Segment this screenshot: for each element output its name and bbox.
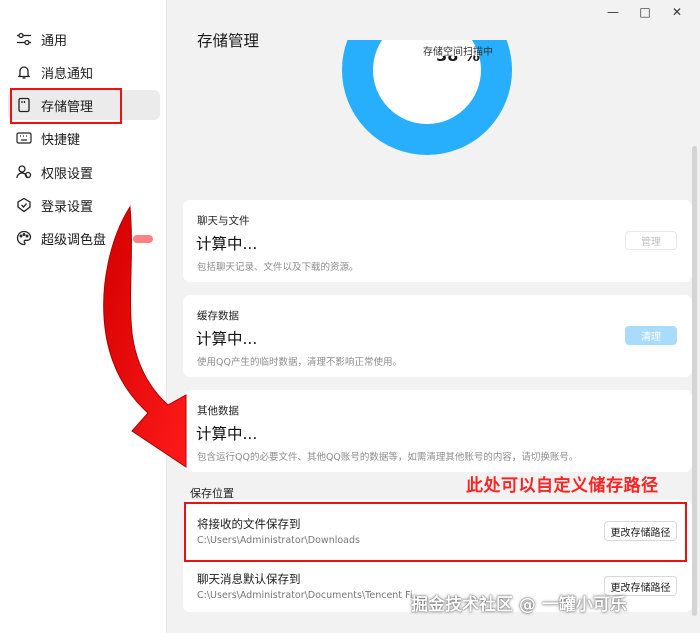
sidebar-item-general[interactable]: 通用 <box>8 24 160 54</box>
sidebar-item-label: 权限设置 <box>41 166 94 182</box>
sidebar-item-label: 通用 <box>41 33 68 49</box>
window-controls: — □ ✕ <box>600 4 690 20</box>
card-value: 计算中... <box>196 425 258 443</box>
scan-progress-ring: 38 % 存储空间扫描中 <box>342 40 512 156</box>
card-label: 聊天与文件 <box>197 215 250 227</box>
card-other: 其他数据 计算中... 包含运行QQ的必要文件、其他QQ账号的数据等，如需清理其… <box>183 390 692 472</box>
sliders-icon <box>16 31 32 47</box>
highlight-box-save-row <box>184 502 687 562</box>
bell-icon <box>16 64 32 80</box>
clean-button[interactable]: 清理 <box>625 326 677 345</box>
watermark: 掘金技术社区 @ 一罐小可乐 <box>411 595 627 615</box>
page-title: 存储管理 <box>197 32 260 50</box>
card-cache: 缓存数据 计算中... 使用QQ产生的临时数据，清理不影响正常使用。 清理 <box>183 295 692 377</box>
card-description: 包含运行QQ的必要文件、其他QQ账号的数据等，如需清理其他账号的内容，请切换账号… <box>197 452 579 463</box>
sidebar-item-label: 快捷键 <box>41 132 81 148</box>
card-label: 其他数据 <box>197 405 239 417</box>
scrollbar[interactable] <box>692 146 697 616</box>
card-description: 包括聊天记录、文件以及下载的资源。 <box>197 262 359 273</box>
sidebar-item-notifications[interactable]: 消息通知 <box>8 57 160 87</box>
card-chat-files: 聊天与文件 计算中... 包括聊天记录、文件以及下载的资源。 管理 <box>183 200 692 282</box>
annotation-text: 此处可以自定义储存路径 <box>466 476 659 496</box>
keyboard-icon <box>16 130 32 146</box>
card-description: 使用QQ产生的临时数据，清理不影响正常使用。 <box>197 357 402 368</box>
manage-button[interactable]: 管理 <box>625 231 677 250</box>
sidebar-item-label: 登录设置 <box>41 199 94 215</box>
sidebar-item-label: 消息通知 <box>41 66 94 82</box>
sidebar-item-shortcuts[interactable]: 快捷键 <box>8 123 160 153</box>
red-arrow-icon <box>103 205 187 468</box>
maximize-button[interactable]: □ <box>632 4 658 20</box>
card-value: 计算中... <box>196 330 258 348</box>
save-label: 聊天消息默认保存到 <box>197 572 301 586</box>
card-value: 计算中... <box>196 235 258 253</box>
sidebar-item-permissions[interactable]: 权限设置 <box>8 157 160 187</box>
users-icon <box>16 164 32 180</box>
save-path: C:\Users\Administrator\Documents\Tencent… <box>197 590 413 601</box>
minimize-button[interactable]: — <box>600 4 626 20</box>
palette-icon <box>16 230 32 246</box>
progress-ring: 38 % 存储空间扫描中 <box>342 40 512 155</box>
shield-icon <box>16 197 32 213</box>
section-title-save-location: 保存位置 <box>190 487 234 500</box>
scan-label: 存储空间扫描中 <box>423 47 493 58</box>
card-label: 缓存数据 <box>197 310 239 322</box>
close-button[interactable]: ✕ <box>664 4 690 20</box>
highlight-box-sidebar <box>10 88 122 124</box>
